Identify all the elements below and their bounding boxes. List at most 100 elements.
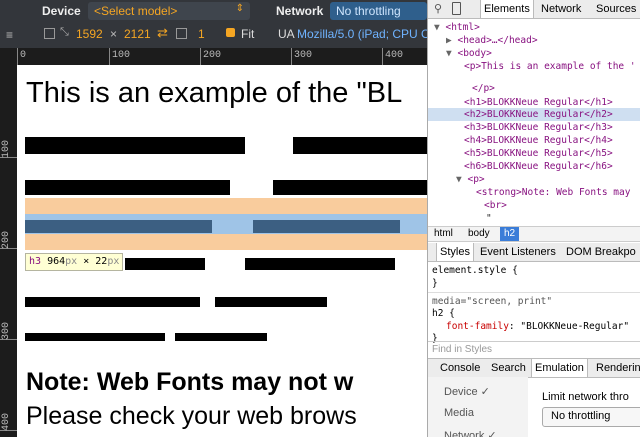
h3-text-block	[245, 258, 395, 270]
h1-text-block	[25, 180, 230, 195]
dom-tree: ▼ <html> ▶ <head>…</head> ▼ <body> <p>Th…	[428, 20, 640, 225]
h5-text-block	[175, 333, 267, 341]
page-heading: This is an example of the "BL	[26, 77, 403, 109]
h2-text-block	[253, 220, 400, 233]
tab-event-listeners[interactable]: Event Listeners	[480, 243, 556, 261]
h1-text-block	[25, 137, 245, 154]
emulation-item-media[interactable]: Media	[444, 407, 474, 419]
dom-node[interactable]: "	[486, 213, 492, 224]
device-mode-icon[interactable]	[452, 2, 461, 15]
drawer-tab-search[interactable]: Search	[491, 359, 526, 377]
tab-styles[interactable]: Styles	[436, 243, 474, 261]
dom-node[interactable]: ▼ <html>	[434, 22, 480, 33]
h5-text-block	[25, 333, 165, 341]
resize-checkbox[interactable]	[44, 28, 55, 39]
limit-network-value: No throttling	[551, 410, 611, 422]
device-label: Device	[42, 4, 81, 18]
emulation-sidebar: Device ✓ Media Network ✓	[428, 377, 528, 437]
tooltip-height: 22	[95, 256, 108, 267]
times-sign: ×	[110, 27, 118, 41]
drawer-tab-emulation[interactable]: Emulation	[531, 359, 588, 377]
ruler-label: 400	[385, 50, 404, 61]
note-text: Note: Web Fonts may not w	[26, 368, 354, 396]
ruler-label: 400	[1, 413, 12, 432]
dom-node[interactable]: <h3>BLOKKNeue Regular</h3>	[464, 122, 613, 133]
ua-label: UA	[278, 27, 295, 41]
ruler-label: 300	[294, 50, 313, 61]
ua-value[interactable]: Mozilla/5.0 (iPad; CPU O	[297, 27, 427, 41]
dom-node[interactable]: <h1>BLOKKNeue Regular</h1>	[464, 97, 613, 108]
emulation-item-device[interactable]: Device ✓	[444, 385, 490, 398]
find-in-styles-placeholder: Find in Styles	[432, 344, 493, 355]
dom-node[interactable]: </p>	[472, 83, 495, 94]
h1-text-block	[293, 137, 427, 154]
ruler-label: 100	[1, 140, 12, 159]
network-label: Network	[276, 4, 324, 18]
element-size-tooltip: h3 964px × 22px	[25, 253, 124, 271]
dom-node[interactable]: <h4>BLOKKNeue Regular</h4>	[464, 135, 613, 146]
fit-checkbox[interactable]	[226, 28, 235, 37]
inspect-search-icon[interactable]: ⚲	[434, 2, 442, 15]
ruler-label: 300	[1, 322, 12, 341]
tooltip-unit: px	[65, 256, 78, 267]
dom-node[interactable]: ▼ <body>	[446, 48, 492, 59]
limit-network-label: Limit network thro	[542, 391, 629, 403]
tooltip-width: 964	[47, 256, 66, 267]
emulation-item-network[interactable]: Network ✓	[444, 429, 497, 437]
h3-text-block	[125, 258, 205, 270]
css-declaration[interactable]: font-family: "BLOKKNeue-Regular"	[446, 321, 629, 332]
breadcrumb: html body h2	[428, 226, 640, 242]
ruler-label: 100	[112, 50, 131, 61]
media-query: media="screen, print"	[432, 296, 553, 307]
select-arrows-icon: ⇕	[235, 3, 244, 14]
dom-node[interactable]: <h5>BLOKKNeue Regular</h5>	[464, 148, 613, 159]
styles-tabbar: Styles Event Listeners DOM Breakpo	[428, 243, 640, 262]
devtools-panel: ⚲ Elements Network Sources ▼ <html> ▶ <h…	[427, 0, 640, 437]
breadcrumb-item-selected[interactable]: h2	[500, 227, 520, 241]
h4-text-block	[25, 297, 200, 307]
devtools-tabbar: ⚲ Elements Network Sources	[428, 0, 640, 19]
find-in-styles[interactable]: Find in Styles	[428, 341, 640, 357]
limit-network-select[interactable]: No throttling	[542, 407, 640, 427]
dom-node[interactable]: <p>This is an example of the '	[464, 61, 636, 72]
swap-dimensions-icon[interactable]: ⇄	[157, 25, 168, 41]
model-select-value: <Select model>	[94, 4, 178, 18]
height-value[interactable]: 2121	[124, 27, 151, 41]
divider	[428, 292, 640, 293]
dom-node[interactable]: <strong>Note: Web Fonts may	[476, 187, 630, 198]
dom-node[interactable]: ▼ <p>	[456, 174, 485, 185]
ruler-label: 0	[20, 50, 27, 61]
dom-node[interactable]: ▶ <head>…</head>	[446, 35, 538, 46]
width-value[interactable]: 1592	[76, 27, 103, 41]
ruler-label: 200	[203, 50, 222, 61]
tab-sources[interactable]: Sources	[596, 0, 636, 18]
css-selector[interactable]: h2 {	[432, 308, 455, 319]
drawer-tab-console[interactable]: Console	[440, 359, 480, 377]
resize-icon: ⤡	[60, 26, 69, 38]
tooltip-tag: h3	[29, 256, 42, 267]
network-select-value: No throttling	[336, 4, 401, 18]
element-style-rule[interactable]: element.style {	[432, 265, 518, 276]
scale-value[interactable]: 1	[198, 27, 205, 41]
drawer-tab-rendering[interactable]: Renderin	[596, 359, 640, 377]
h4-text-block	[215, 297, 327, 307]
emulation-toolbar: Device <Select model> ⇕ Network No throt…	[0, 0, 427, 48]
breadcrumb-item[interactable]: body	[468, 228, 490, 239]
tab-network[interactable]: Network	[541, 0, 581, 18]
tooltip-times: ×	[83, 256, 90, 267]
vertical-ruler: 100 200 300 400	[0, 65, 17, 437]
dom-node[interactable]: <br>	[484, 200, 507, 211]
model-select[interactable]: <Select model> ⇕	[88, 2, 250, 20]
breadcrumb-item[interactable]: html	[434, 228, 453, 239]
tab-elements[interactable]: Elements	[480, 0, 534, 18]
tooltip-unit: px	[107, 256, 120, 267]
horizontal-ruler: 0 100 200 300 400	[0, 48, 427, 65]
tab-dom-breakpoints[interactable]: DOM Breakpo	[566, 243, 636, 261]
network-select[interactable]: No throttling	[330, 2, 427, 20]
dom-node[interactable]: <h6>BLOKKNeue Regular</h6>	[464, 161, 613, 172]
dom-node-selected[interactable]: <h2>BLOKKNeue Regular</h2>	[464, 109, 613, 120]
h1-text-block	[273, 180, 427, 195]
menu-lines-icon[interactable]: ≡	[6, 28, 13, 42]
emulated-viewport: This is an example of the "BL h3 964px ×…	[17, 65, 427, 437]
h2-text-block	[25, 220, 212, 233]
